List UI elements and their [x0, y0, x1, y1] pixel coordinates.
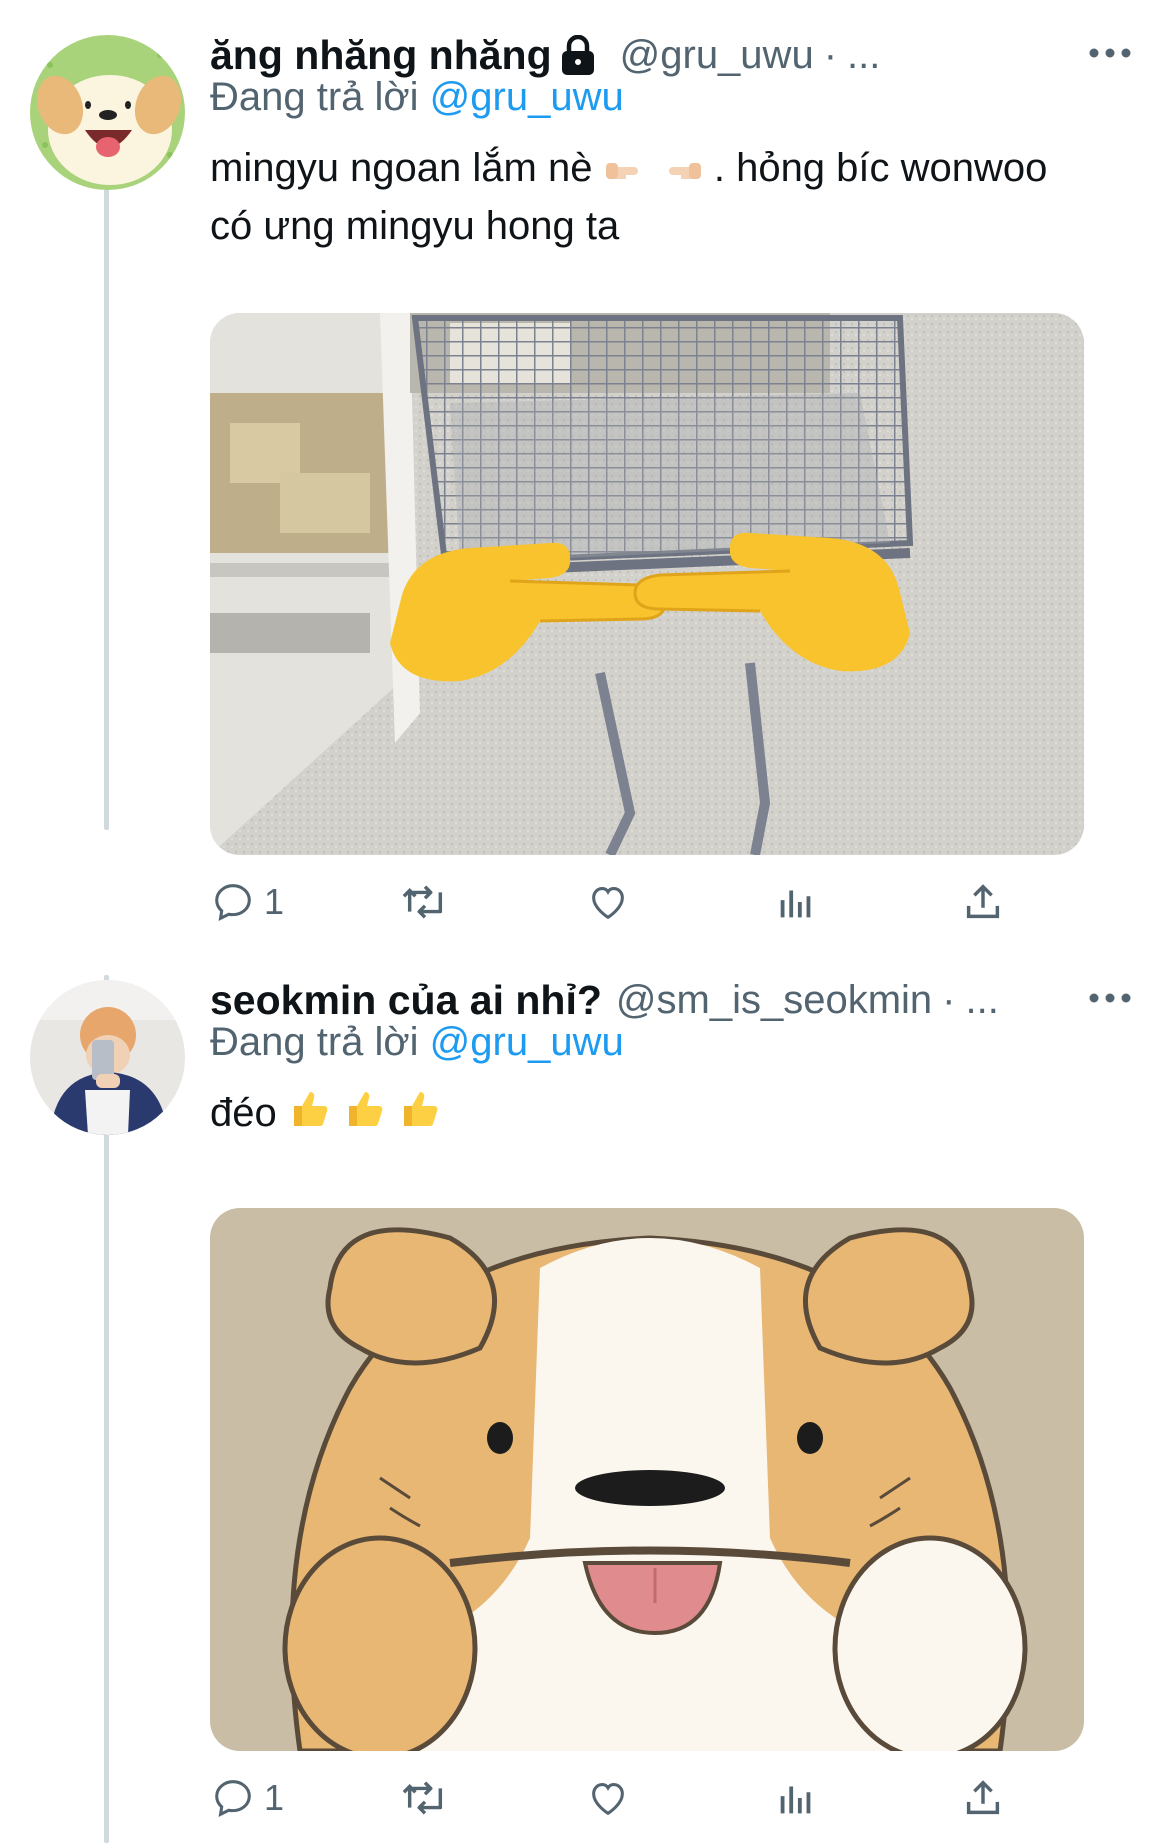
- tweet-media-image[interactable]: [210, 1208, 1084, 1751]
- pointing-right-emoji-icon: [604, 142, 648, 198]
- user-handle[interactable]: @sm_is_seokmin: [616, 978, 932, 1023]
- like-button[interactable]: [585, 1768, 631, 1828]
- tweet-text: đéo: [210, 1085, 1130, 1145]
- retweet-button[interactable]: [400, 1768, 450, 1828]
- tweet[interactable]: seokmin của ai nhỉ? @sm_is_seokmin · ...…: [0, 945, 1170, 1843]
- truncation-ellipsis: ...: [847, 32, 881, 77]
- share-icon: [966, 884, 1000, 919]
- replying-to: Đang trả lời @gru_uwu: [210, 75, 624, 120]
- share-button[interactable]: [960, 1768, 1006, 1828]
- thumbs-up-emoji-icon: [343, 1086, 387, 1145]
- replying-prefix: Đang trả lời: [210, 1020, 419, 1064]
- more-options-icon[interactable]: [1080, 31, 1140, 71]
- retweet-icon: [402, 1781, 443, 1815]
- analytics-button[interactable]: [773, 1768, 819, 1828]
- mention-link[interactable]: @gru_uwu: [430, 75, 624, 119]
- tweet-text: mingyu ngoan lắm nè . hỏng bíc wonwoo có…: [210, 140, 1130, 254]
- like-icon: [592, 1783, 624, 1816]
- separator: ·: [942, 977, 956, 1022]
- tweet-actions: 1: [210, 872, 1110, 932]
- reply-button[interactable]: 1: [210, 1768, 284, 1828]
- replying-prefix: Đang trả lời: [210, 75, 419, 119]
- display-name[interactable]: seokmin của ai nhỉ?: [210, 977, 602, 1024]
- reply-icon: [215, 884, 251, 921]
- share-icon: [966, 1780, 1000, 1815]
- like-button[interactable]: [585, 872, 631, 932]
- reply-count: 1: [264, 881, 285, 922]
- analytics-button[interactable]: [773, 872, 819, 932]
- retweet-button[interactable]: [400, 872, 450, 932]
- mention-link[interactable]: @gru_uwu: [430, 1020, 624, 1064]
- tweet-media-image[interactable]: [210, 313, 1084, 855]
- retweet-icon: [402, 885, 443, 919]
- separator: ·: [823, 32, 838, 77]
- analytics-icon: [780, 1786, 811, 1814]
- tweet-actions: 1: [210, 1768, 1110, 1828]
- thumbs-up-emoji-icon: [398, 1086, 442, 1145]
- reply-button[interactable]: 1: [210, 872, 284, 932]
- truncation-ellipsis: ...: [965, 977, 999, 1022]
- reply-icon: [215, 1780, 251, 1817]
- reply-count: 1: [264, 1777, 285, 1818]
- tweet-text-part: . hỏng bíc wonwoo: [713, 146, 1048, 190]
- tweet-text-line: có ưng mingyu hong ta: [210, 204, 620, 249]
- tweet-text-part: mingyu ngoan lắm nè: [210, 146, 593, 190]
- more-options-icon[interactable]: [1080, 976, 1140, 1016]
- tweet[interactable]: ăng nhăng nhăng @gru_uwu · ... Đang trả …: [0, 0, 1170, 922]
- tweet-text-part: đéo: [210, 1091, 277, 1135]
- analytics-icon: [780, 890, 811, 918]
- pointing-left-emoji-icon: [659, 142, 703, 198]
- user-handle[interactable]: @gru_uwu: [620, 33, 814, 78]
- display-name[interactable]: ăng nhăng nhăng: [210, 32, 552, 79]
- like-icon: [592, 887, 624, 920]
- avatar[interactable]: [30, 35, 185, 190]
- share-button[interactable]: [960, 872, 1006, 932]
- replying-to: Đang trả lời @gru_uwu: [210, 1020, 624, 1065]
- avatar[interactable]: [30, 980, 185, 1135]
- thumbs-up-emoji-icon: [288, 1086, 332, 1145]
- lock-icon: [560, 34, 596, 75]
